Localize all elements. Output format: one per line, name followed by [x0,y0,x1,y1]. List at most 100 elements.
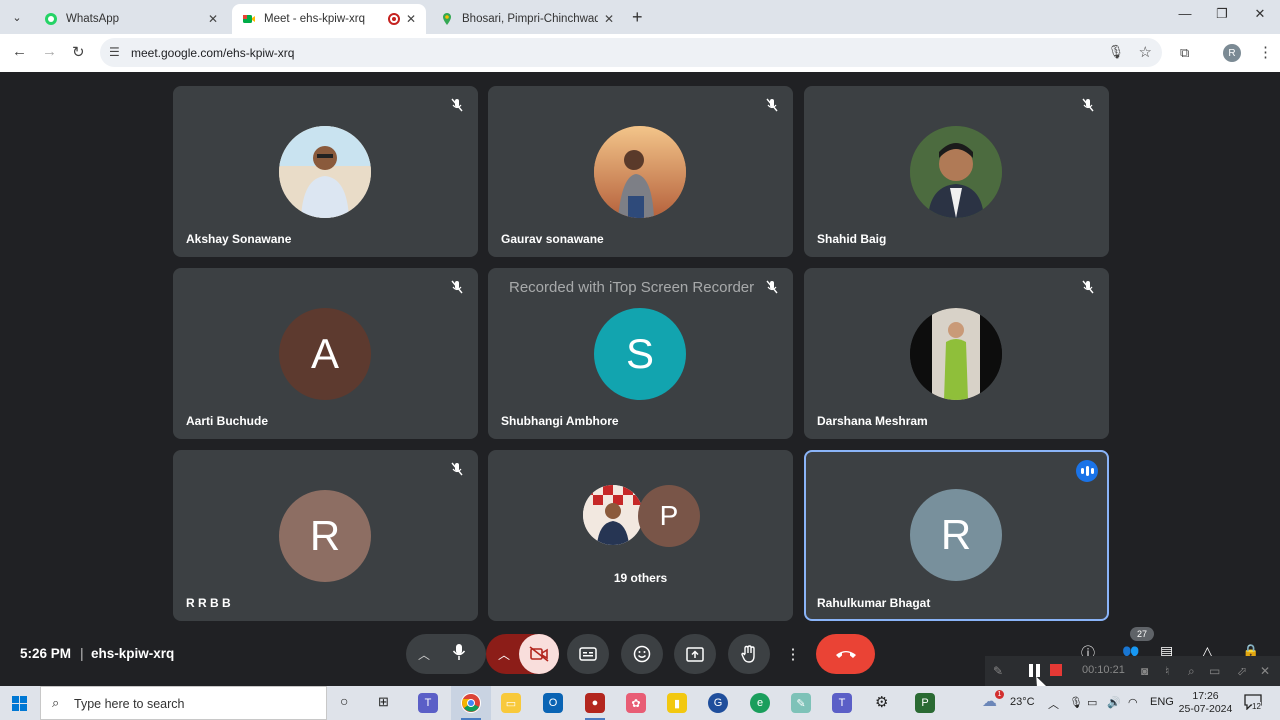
maximize-icon[interactable]: ❐ [1207,6,1237,22]
mic-off-icon [766,98,778,112]
captions-button[interactable] [567,634,609,674]
search-placeholder: Type here to search [74,697,185,711]
edge-icon[interactable]: e [750,693,770,713]
tab-search-dropdown-icon[interactable]: ⌄ [6,6,28,28]
address-bar[interactable]: ☰ meet.google.com/ehs-kpiw-xrq 🎙 ☆ [100,38,1162,67]
present-screen-button[interactable] [674,634,716,674]
tab-maps[interactable]: Bhosari, Pimpri-Chinchwad, Ma ✕ [430,4,624,34]
participant-name: Aarti Buchude [186,414,269,428]
present-screen-icon [686,646,704,662]
url-text[interactable]: meet.google.com/ehs-kpiw-xrq [131,46,294,60]
screenshot-icon[interactable]: ◙ [1141,664,1148,678]
tab-label: WhatsApp [66,13,120,25]
teams-work-icon[interactable]: T [832,693,852,713]
more-vert-icon: ⋮ [785,646,801,663]
participant-avatar-initial: A [279,308,371,400]
close-tab-icon[interactable]: ✕ [406,12,416,26]
minimize-icon[interactable]: — [1170,6,1200,21]
meeting-code: ehs-kpiw-xrq [91,646,175,661]
chrome-icon[interactable] [461,693,481,713]
speaker-icon[interactable]: 🔊 [1107,696,1121,709]
participant-tile[interactable]: A Aarti Buchude [173,268,478,439]
browser-g-icon[interactable]: G [708,693,728,713]
participant-avatar-initial: S [594,308,686,400]
bookmark-star-icon[interactable]: ☆ [1139,43,1152,61]
paint-icon[interactable]: ✿ [626,693,646,713]
close-recorder-icon[interactable]: ✕ [1260,664,1270,678]
tab-meet[interactable]: Meet - ehs-kpiw-xrq ✕ [232,4,426,34]
chrome-logo [462,694,480,712]
raise-hand-icon [741,645,755,663]
clock-time: 17:26 [1192,690,1219,702]
recording-icon [387,13,400,25]
weather-alert-badge: 1 [995,690,1004,699]
participant-tile[interactable]: Gaurav sonawane [488,86,793,257]
python-icon[interactable]: P [915,693,935,713]
participant-avatar-initial: R [910,489,1002,581]
zoom-icon[interactable]: ⌕ [1188,664,1195,679]
more-options-button[interactable]: ⋮ [781,634,805,674]
emoji-reactions-button[interactable] [621,634,663,674]
others-tile[interactable]: P 19 others [488,450,793,621]
camera-off-button[interactable] [519,634,559,674]
participant-tile[interactable]: Shahid Baig [804,86,1109,257]
participant-tile-speaking[interactable]: R Rahulkumar Bhagat [804,450,1109,621]
chat-bubble-icon[interactable]: ▭ [1209,664,1220,678]
mic-mute-icon[interactable]: ♮ [1165,664,1169,678]
file-explorer-icon[interactable]: ▭ [501,693,521,713]
site-info-icon[interactable]: ☰ [109,45,120,59]
leave-call-button[interactable] [816,634,875,674]
participant-name: Rahulkumar Bhagat [817,596,931,610]
participant-tile[interactable]: Darshana Meshram [804,268,1109,439]
stop-recording-button[interactable] [1050,664,1062,676]
notes-icon[interactable]: ✎ [791,693,811,713]
input-language[interactable]: ENG [1150,696,1174,708]
edit-icon[interactable]: ⬀ [1237,664,1247,678]
participant-tile[interactable]: S Shubhangi Ambhore [488,268,793,439]
raise-hand-button[interactable] [728,634,770,674]
task-view-icon[interactable]: ⊞ [378,694,389,710]
forward-arrow-icon[interactable]: → [42,43,57,60]
participant-photo [910,126,1002,218]
close-tab-icon[interactable]: ✕ [604,12,614,26]
participant-tile[interactable]: R R R B B [173,450,478,621]
cortana-icon[interactable]: ○ [340,693,348,709]
notification-center-icon[interactable]: 12 [1244,694,1264,712]
microphone-tray-icon[interactable]: 🎙 [1069,696,1083,709]
participant-tile[interactable]: Akshay Sonawane [173,86,478,257]
teams-icon[interactable]: T [418,693,438,713]
tab-whatsapp[interactable]: WhatsApp ✕ [34,4,228,34]
system-clock[interactable]: 17:26 25-07-2024 [1178,690,1233,716]
reload-icon[interactable]: ↻ [72,43,85,61]
participant-name: Gaurav sonawane [501,232,604,246]
windows-start-icon[interactable] [12,696,27,711]
wifi-icon[interactable]: ◠ [1128,696,1138,709]
weather-temperature[interactable]: 23°C [1010,696,1035,708]
notification-count: 12 [1252,702,1261,711]
close-window-icon[interactable]: ✕ [1245,6,1275,22]
participant-photo [279,126,371,218]
new-tab-button[interactable]: + [632,7,643,28]
back-arrow-icon[interactable]: ← [12,43,27,60]
mic-off-icon [451,98,463,112]
screen-recorder-app-icon[interactable]: ● [585,693,605,713]
meeting-time: 5:26 PM [20,646,72,661]
microphone-icon[interactable]: 🎙 [1107,44,1124,60]
audio-options-chevron-icon[interactable]: ︿ [418,646,430,663]
outlook-icon[interactable]: O [543,693,563,713]
taskbar-search-box[interactable]: ⌕ Type here to search [40,686,327,720]
browser-menu-icon[interactable]: ⋮ [1258,43,1273,61]
extensions-icon[interactable]: ⧉ [1180,45,1189,61]
profile-avatar[interactable]: R [1223,44,1241,62]
battery-icon[interactable]: ▭ [1087,696,1097,709]
microphone-button[interactable] [452,643,466,665]
close-tab-icon[interactable]: ✕ [208,12,218,26]
pen-icon[interactable]: ✎ [993,664,1003,678]
person-photo-icon [910,308,1002,400]
show-hidden-icons-icon[interactable]: ︿ [1048,696,1059,712]
settings-gear-icon[interactable]: ⚙ [875,693,888,711]
video-options-chevron-icon[interactable]: ︿ [498,646,510,663]
power-bi-icon[interactable]: ▮ [667,693,687,713]
participant-avatar-initial: P [638,485,700,547]
mic-off-icon [451,462,463,476]
